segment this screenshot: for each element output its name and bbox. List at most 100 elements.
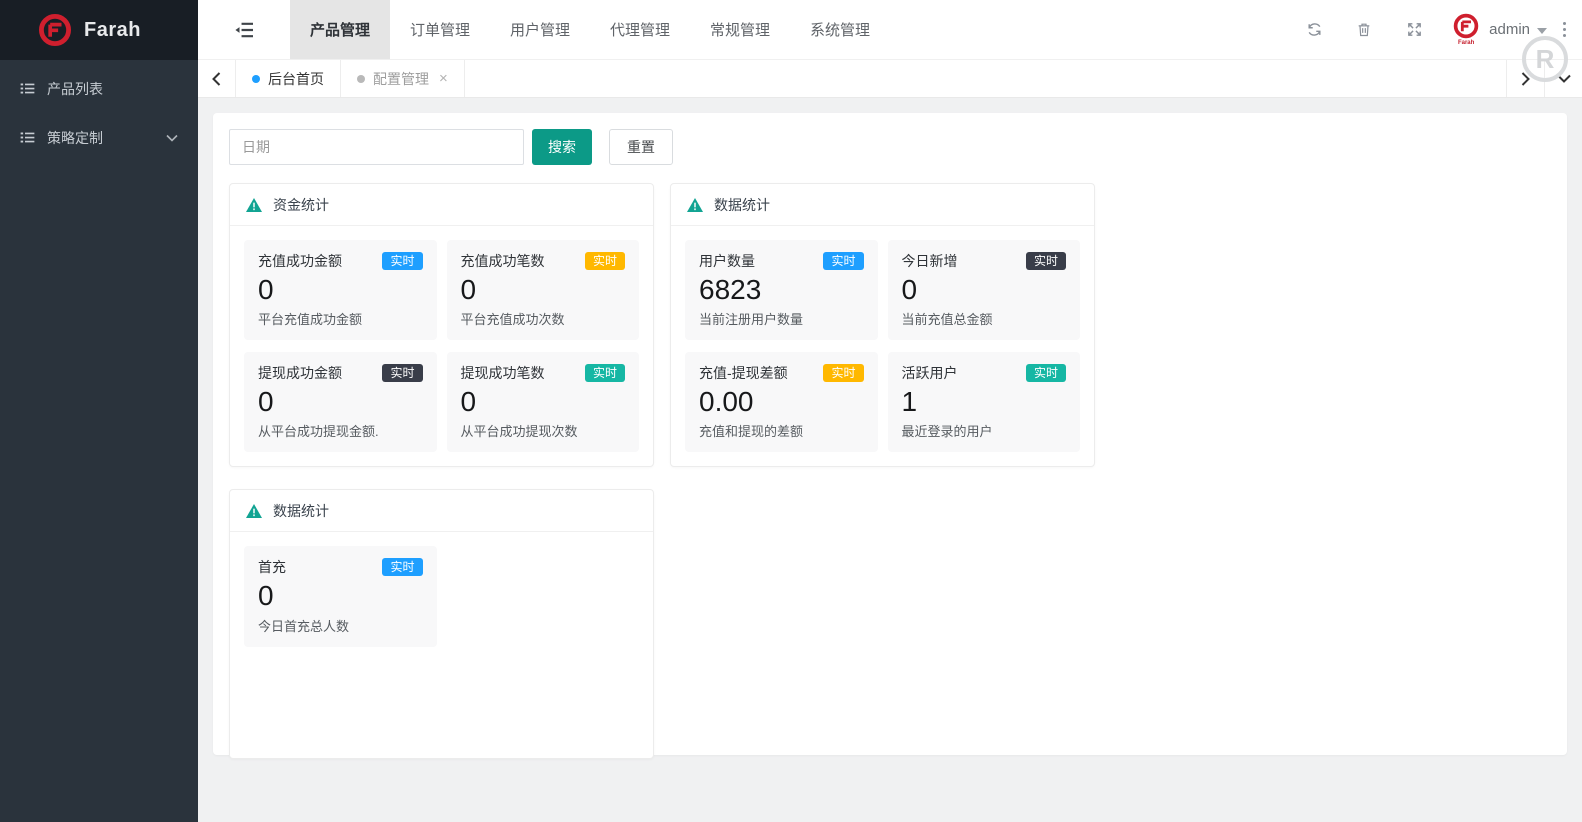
card-title: 资金统计 [273, 195, 329, 215]
warning-triangle-icon [246, 198, 262, 212]
main-area: 搜索 重置 资金统计 充值成功金额 实时 [198, 98, 1582, 822]
reset-button[interactable]: 重置 [609, 129, 673, 165]
stat-label: 首充 [258, 557, 286, 577]
tab-status-dot [357, 75, 365, 83]
stat-value: 6823 [699, 274, 864, 306]
more-options-icon[interactable] [1557, 22, 1572, 37]
stat-desc: 平台充值成功次数 [461, 309, 626, 328]
realtime-badge: 实时 [382, 252, 422, 270]
content-panel: 搜索 重置 资金统计 充值成功金额 实时 [213, 113, 1567, 755]
warning-triangle-icon [246, 504, 262, 518]
stat-value: 0 [258, 386, 423, 418]
stat-label: 今日新增 [902, 251, 958, 271]
realtime-badge: 实时 [585, 364, 625, 382]
card-funds-stats: 资金统计 充值成功金额 实时 0 平台充值成功金额 充值成功笔数 [229, 183, 654, 467]
fullscreen-icon[interactable] [1389, 21, 1439, 38]
date-input[interactable] [229, 129, 524, 165]
stat-value: 0 [461, 274, 626, 306]
stat-box: 充值成功笔数 实时 0 平台充值成功次数 [447, 240, 640, 340]
stat-label: 充值成功金额 [258, 251, 342, 271]
admin-dropdown[interactable]: admin [1487, 21, 1557, 38]
stat-label: 提现成功金额 [258, 363, 342, 383]
nav-label: 常规管理 [710, 19, 770, 40]
sidebar-toggle-button[interactable] [198, 0, 290, 59]
card-body: 首充 实时 0 今日首充总人数 [230, 532, 653, 660]
card-first-charge-stats: 数据统计 首充 实时 0 今日首充总人数 [229, 489, 654, 759]
top-header: 产品管理 订单管理 用户管理 代理管理 常规管理 系统管理 [198, 0, 1582, 60]
caret-down-icon [1537, 28, 1547, 34]
sidebar-item-label: 策略定制 [47, 128, 103, 148]
nav-label: 订单管理 [410, 19, 470, 40]
card-body: 用户数量 实时 6823 当前注册用户数量 今日新增 实时 0 当前充值总金额 [671, 226, 1094, 466]
stat-value: 0 [258, 580, 423, 612]
search-button[interactable]: 搜索 [532, 129, 592, 165]
top-nav: 产品管理 订单管理 用户管理 代理管理 常规管理 系统管理 [290, 0, 890, 59]
tabs-menu-button[interactable] [1544, 60, 1582, 97]
stat-value: 1 [902, 386, 1067, 418]
stat-desc: 当前充值总金额 [902, 309, 1067, 328]
tabbar-right-controls [1506, 60, 1582, 97]
sidebar: Farah 产品列表 策略定制 [0, 0, 198, 822]
stat-box: 充值-提现差额 实时 0.00 充值和提现的差额 [685, 352, 878, 452]
stat-desc: 充值和提现的差额 [699, 421, 864, 440]
menu-fold-icon [234, 21, 254, 39]
tab-label: 后台首页 [268, 69, 324, 89]
nav-label: 代理管理 [610, 19, 670, 40]
nav-item-agents[interactable]: 代理管理 [590, 0, 690, 59]
tab-config[interactable]: 配置管理 × [341, 60, 465, 97]
stat-label: 充值-提现差额 [699, 363, 788, 383]
tab-home[interactable]: 后台首页 [236, 60, 341, 97]
header-actions: Farah admin [1289, 0, 1582, 59]
stat-desc: 当前注册用户数量 [699, 309, 864, 328]
realtime-badge: 实时 [382, 364, 422, 382]
nav-item-orders[interactable]: 订单管理 [390, 0, 490, 59]
warning-triangle-icon [687, 198, 703, 212]
stat-box: 提现成功金额 实时 0 从平台成功提现金额. [244, 352, 437, 452]
list-icon [20, 130, 35, 145]
tab-label: 配置管理 [373, 69, 429, 89]
nav-item-general[interactable]: 常规管理 [690, 0, 790, 59]
admin-username: admin [1489, 21, 1530, 38]
realtime-badge: 实时 [585, 252, 625, 270]
stat-box: 活跃用户 实时 1 最近登录的用户 [888, 352, 1081, 452]
nav-item-product[interactable]: 产品管理 [290, 0, 390, 59]
stat-box: 用户数量 实时 6823 当前注册用户数量 [685, 240, 878, 340]
trash-icon[interactable] [1339, 21, 1389, 38]
tabbar: 后台首页 配置管理 × [198, 60, 1582, 98]
search-row: 搜索 重置 [229, 129, 1551, 165]
sidebar-item-strategy[interactable]: 策略定制 [0, 113, 198, 162]
stat-box: 充值成功金额 实时 0 平台充值成功金额 [244, 240, 437, 340]
realtime-badge: 实时 [1026, 252, 1066, 270]
tabs-scroll-left-button[interactable] [198, 60, 236, 97]
avatar-brand-text: Farah [1458, 40, 1474, 46]
card-title: 数据统计 [714, 195, 770, 215]
brand-name: Farah [84, 19, 141, 42]
stat-value: 0 [461, 386, 626, 418]
card-header: 数据统计 [671, 184, 1094, 226]
realtime-badge: 实时 [1026, 364, 1066, 382]
stat-label: 充值成功笔数 [461, 251, 545, 271]
stat-box: 首充 实时 0 今日首充总人数 [244, 546, 437, 646]
realtime-badge: 实时 [382, 558, 422, 576]
refresh-icon[interactable] [1289, 21, 1339, 38]
card-data-stats: 数据统计 用户数量 实时 6823 当前注册用户数量 今日新增 [670, 183, 1095, 467]
tab-status-dot [252, 75, 260, 83]
nav-label: 产品管理 [310, 19, 370, 40]
nav-label: 用户管理 [510, 19, 570, 40]
user-avatar[interactable]: Farah [1453, 13, 1479, 46]
card-header: 数据统计 [230, 490, 653, 532]
sidebar-item-label: 产品列表 [47, 79, 103, 99]
stat-label: 活跃用户 [902, 363, 958, 383]
nav-label: 系统管理 [810, 19, 870, 40]
stat-desc: 今日首充总人数 [258, 616, 423, 635]
nav-item-users[interactable]: 用户管理 [490, 0, 590, 59]
card-header: 资金统计 [230, 184, 653, 226]
stat-value: 0.00 [699, 386, 864, 418]
stat-value: 0 [902, 274, 1067, 306]
stat-label: 提现成功笔数 [461, 363, 545, 383]
sidebar-item-product-list[interactable]: 产品列表 [0, 64, 198, 113]
chevron-down-icon [166, 134, 178, 142]
close-icon[interactable]: × [439, 71, 448, 86]
nav-item-system[interactable]: 系统管理 [790, 0, 890, 59]
tabs-scroll-right-button[interactable] [1506, 60, 1544, 97]
